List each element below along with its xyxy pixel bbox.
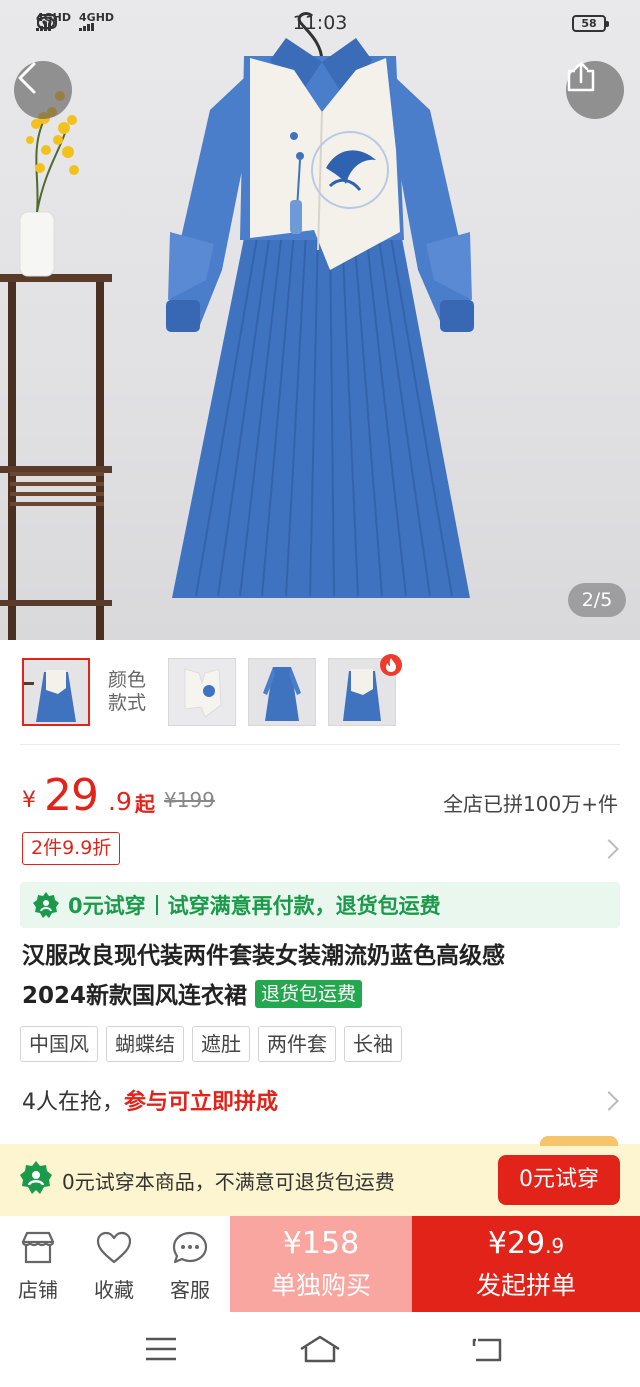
product-tag[interactable]: 蝴蝶结 [106, 1026, 184, 1062]
gift-badge-icon [20, 1161, 52, 1194]
chevron-right-icon[interactable] [599, 839, 619, 859]
back-button[interactable] [14, 61, 72, 119]
gift-badge-icon [33, 892, 59, 918]
price-decimal: .9 [108, 787, 132, 816]
bottom-action-bar: 店铺 收藏 客服 ¥158 单独购买 ¥29.9 发起拼单 [0, 1216, 640, 1312]
back-nav-icon[interactable] [470, 1334, 504, 1364]
sold-count: 全店已拼100万+件 [443, 792, 618, 816]
heart-icon [96, 1231, 132, 1264]
variant-label: 颜色 款式 [108, 669, 147, 714]
price-integer: 29 [44, 770, 99, 821]
customer-service-button[interactable]: 客服 [152, 1216, 228, 1312]
status-bar: 4GHD 4GHD 11:03 58 [0, 0, 640, 46]
product-tag[interactable]: 两件套 [258, 1026, 336, 1062]
group-buy-count: 4人在抢， [22, 1090, 124, 1115]
product-tag[interactable]: 长袖 [344, 1026, 402, 1062]
product-title: 汉服改良现代装两件套装女装潮流奶蓝色高级感 2024新款国风连衣裙 退货包运费 [22, 936, 618, 1016]
group-buy-row[interactable]: 4人在抢，参与可立即拼成 [22, 1084, 278, 1116]
buy-alone-price: ¥158 [282, 1226, 360, 1261]
menu-icon[interactable] [144, 1334, 178, 1364]
share-icon [567, 61, 595, 92]
favorite-label: 收藏 [94, 1278, 134, 1302]
group-buy-price: ¥29.9 [487, 1226, 565, 1261]
clock: 11:03 [292, 12, 348, 34]
wooden-shelf [0, 274, 112, 640]
price-row: ¥ 29 .9 起 ¥199 全店已拼100万+件 [22, 766, 620, 826]
store-icon [21, 1231, 55, 1264]
page-indicator: 2/5 [568, 583, 626, 617]
variant-thumbnail[interactable] [168, 658, 236, 726]
service-label: 客服 [170, 1278, 210, 1302]
title-line-2: 2024新款国风连衣裙 [22, 983, 248, 1009]
price-currency: ¥ [22, 788, 36, 813]
trial-banner[interactable]: 0元试穿 试穿满意再付款，退货包运费 [20, 882, 620, 928]
buy-alone-label: 单独购买 [270, 1271, 371, 1300]
product-photo [0, 12, 474, 640]
store-button[interactable]: 店铺 [0, 1216, 76, 1312]
flower-vase [19, 91, 79, 277]
group-buy-label: 发起拼单 [475, 1271, 576, 1300]
dress [166, 38, 474, 598]
product-tag[interactable]: 中国风 [20, 1026, 98, 1062]
chevron-left-icon [18, 62, 36, 94]
title-line-1: 汉服改良现代装两件套装女装潮流奶蓝色高级感 [22, 943, 505, 969]
variant-thumbnails: 颜色 款式 [0, 640, 640, 744]
thumbnail-image [24, 660, 88, 724]
home-icon[interactable] [298, 1334, 342, 1364]
favorite-button[interactable]: 收藏 [76, 1216, 152, 1312]
trial-description: 试穿满意再付款，退货包运费 [167, 894, 441, 918]
store-label: 店铺 [18, 1278, 58, 1302]
trial-title: 0元试穿 [68, 894, 146, 918]
variant-thumbnail[interactable] [22, 658, 90, 726]
chat-icon [172, 1231, 208, 1264]
discount-tag[interactable]: 2件9.9折 [22, 832, 121, 865]
free-trial-button[interactable]: 0元试穿 [498, 1155, 620, 1205]
battery-icon: 58 [572, 15, 609, 32]
product-tag[interactable]: 遮肚 [192, 1026, 250, 1062]
thumbnail-image [249, 659, 315, 725]
price-suffix: 起 [135, 792, 155, 816]
thumbnail-image [169, 659, 235, 725]
trial-promo-bar: 0元试穿本商品，不满意可退货包运费 0元试穿 [0, 1136, 640, 1216]
buy-alone-button[interactable]: ¥158 单独购买 [230, 1216, 412, 1312]
share-button[interactable] [566, 61, 624, 119]
trial-promo-text: 0元试穿本商品，不满意可退货包运费 [62, 1170, 395, 1194]
fire-icon [380, 654, 402, 676]
separator [155, 895, 158, 915]
variant-thumbnail[interactable] [248, 658, 316, 726]
chevron-right-icon[interactable] [599, 1091, 619, 1111]
hidden-badge [540, 1136, 618, 1146]
group-buy-button[interactable]: ¥29.9 发起拼单 [412, 1216, 640, 1312]
divider [20, 744, 620, 745]
product-image-gallery[interactable]: 4GHD 4GHD 11:03 58 2/5 [0, 0, 640, 640]
free-return-badge: 退货包运费 [255, 980, 363, 1008]
product-tags: 中国风 蝴蝶结 遮肚 两件套 长袖 [20, 1026, 402, 1062]
system-navigation-bar [0, 1312, 640, 1387]
group-buy-link[interactable]: 参与可立即拼成 [124, 1090, 278, 1115]
original-price: ¥199 [164, 788, 215, 812]
